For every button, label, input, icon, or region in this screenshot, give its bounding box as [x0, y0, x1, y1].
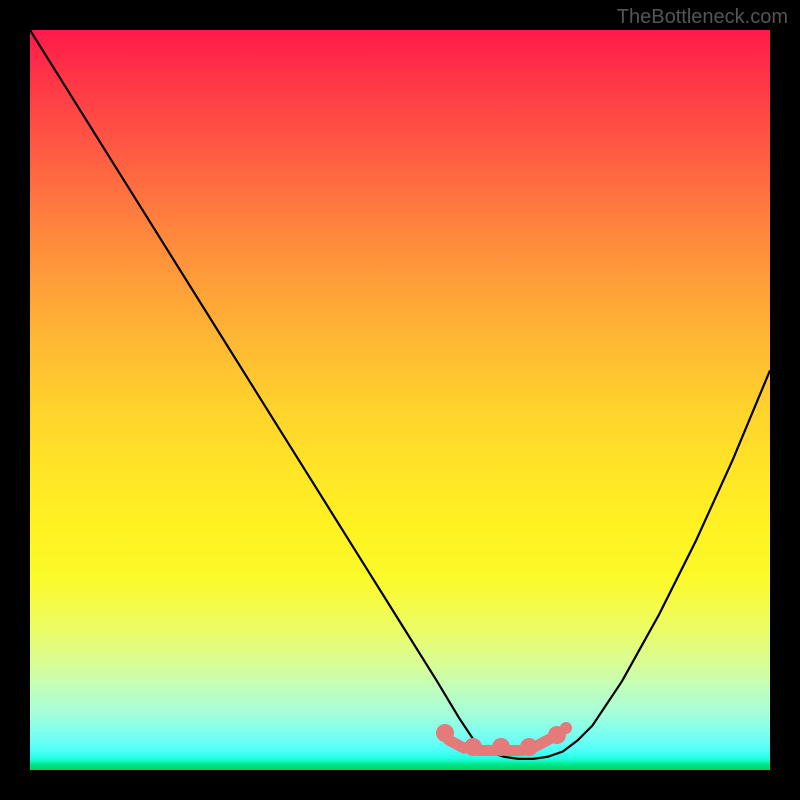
marker-dot — [464, 738, 482, 756]
marker-dot — [560, 722, 572, 734]
marker-link — [502, 745, 528, 756]
chart-plot-area — [30, 30, 770, 770]
marker-dot — [492, 738, 510, 756]
marker-dot — [436, 724, 454, 742]
marker-link — [527, 731, 557, 754]
marker-link — [441, 733, 471, 756]
bottleneck-curve — [30, 30, 770, 770]
optimal-range-marker — [436, 724, 576, 756]
marker-link — [474, 745, 500, 756]
marker-dot — [548, 726, 566, 744]
marker-dot — [520, 738, 538, 756]
watermark-text: TheBottleneck.com — [617, 6, 788, 29]
